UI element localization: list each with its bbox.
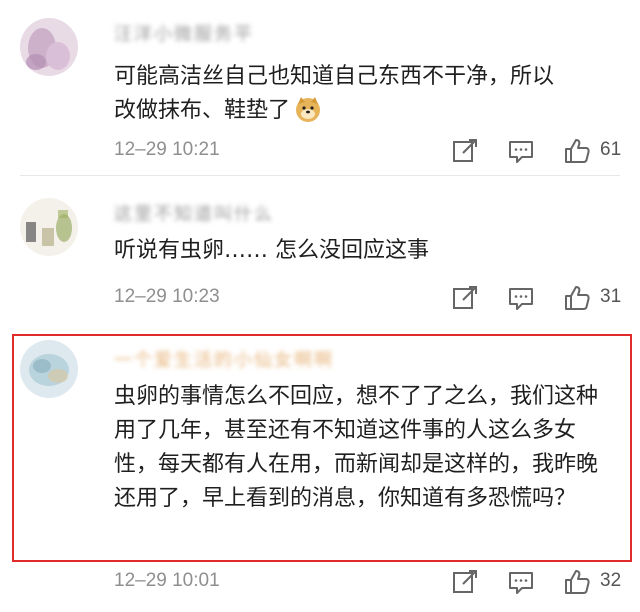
comment-text-line: 听说有虫卵…… 怎么没回应这事: [114, 238, 429, 263]
avatar[interactable]: [20, 18, 78, 76]
repost-icon[interactable]: [451, 137, 481, 165]
thumbs-up-icon[interactable]: [563, 137, 593, 165]
comment-icon[interactable]: [507, 284, 537, 312]
comment-text: 听说有虫卵…… 怎么没回应这事: [114, 234, 620, 268]
username[interactable]: 一个爱生活的小仙女啊啊: [114, 346, 334, 371]
comment-time: 12–29 10:23: [114, 286, 220, 307]
comment-time: 12–29 10:01: [114, 570, 220, 591]
thumbs-up-icon[interactable]: [563, 284, 593, 312]
comment-meta: 12–29 10:01 32: [114, 568, 622, 596]
avatar[interactable]: [20, 198, 78, 256]
comment-icon[interactable]: [507, 137, 537, 165]
comment-text: 虫卵的事情怎么不回应，想不了了之么，我们这种用了几年，甚至还有不知道这件事的人这…: [114, 384, 599, 511]
comment-meta: 12–29 10:23 31: [114, 284, 622, 312]
comment-item: 汪洋小微服务平 可能高洁丝自己也知道自己东西不干净，所以 改做抹布、鞋垫了 12…: [0, 0, 640, 176]
thumbs-up-icon[interactable]: [563, 568, 593, 596]
repost-icon[interactable]: [451, 284, 481, 312]
comment-text-line: 可能高洁丝自己也知道自己东西不干净，所以: [114, 64, 555, 89]
like-count: 31: [600, 286, 622, 307]
comment-text-line: 改做抹布、鞋垫了: [114, 94, 620, 128]
comment-item: 这里不知道叫什么 听说有虫卵…… 怎么没回应这事 12–29 10:23 31: [0, 176, 640, 332]
like-count: 61: [600, 139, 622, 160]
comment-text-segment: 改做抹布、鞋垫了: [114, 98, 291, 123]
username[interactable]: 汪洋小微服务平: [114, 20, 254, 45]
like-count: 32: [600, 570, 622, 591]
username[interactable]: 这里不知道叫什么: [114, 200, 274, 225]
comment-item: 一个爱生活的小仙女啊啊 虫卵的事情怎么不回应，想不了了之么，我们这种用了几年，甚…: [0, 334, 640, 612]
comment-icon[interactable]: [507, 568, 537, 596]
repost-icon[interactable]: [451, 568, 481, 596]
comment-time: 12–29 10:21: [114, 139, 220, 160]
avatar[interactable]: [20, 340, 78, 398]
comment-text: 可能高洁丝自己也知道自己东西不干净，所以 改做抹布、鞋垫了: [114, 60, 620, 128]
comment-meta: 12–29 10:21 61: [114, 137, 622, 165]
doge-emoji-icon: [294, 95, 322, 123]
